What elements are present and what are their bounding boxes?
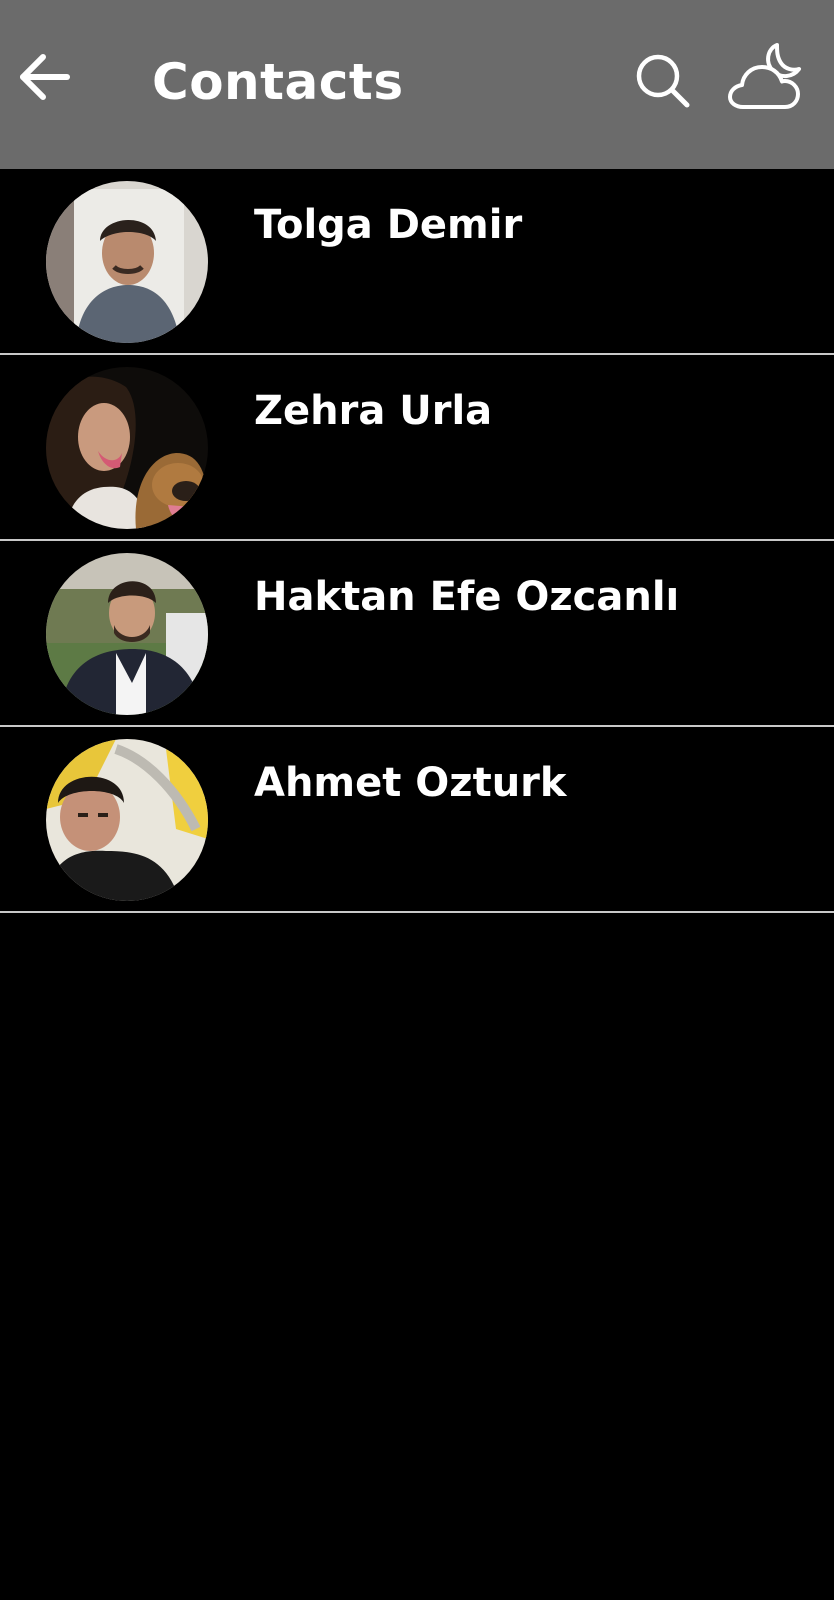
avatar: [46, 553, 208, 715]
contacts-screen: Contacts Tolga Demir Zehra Urla Haktan E…: [0, 0, 834, 1600]
contact-name: Haktan Efe Ozcanlı: [254, 574, 680, 620]
contact-item[interactable]: Ahmet Ozturk: [0, 727, 834, 913]
contact-item[interactable]: Zehra Urla: [0, 355, 834, 541]
search-button[interactable]: [630, 50, 696, 116]
contact-name: Ahmet Ozturk: [254, 760, 567, 806]
app-bar: Contacts: [0, 0, 834, 169]
contact-list: Tolga Demir Zehra Urla Haktan Efe Ozcanl…: [0, 169, 834, 913]
theme-toggle-button[interactable]: [724, 38, 806, 120]
back-button[interactable]: [14, 48, 76, 110]
search-icon: [634, 52, 692, 114]
arrow-left-icon: [19, 54, 71, 104]
avatar: [46, 181, 208, 343]
contact-name: Tolga Demir: [254, 202, 523, 248]
avatar: [46, 367, 208, 529]
avatar: [46, 739, 208, 901]
contact-name: Zehra Urla: [254, 388, 493, 434]
contact-item[interactable]: Haktan Efe Ozcanlı: [0, 541, 834, 727]
cloud-moon-icon: [727, 41, 803, 117]
page-title: Contacts: [152, 53, 404, 111]
contact-item[interactable]: Tolga Demir: [0, 169, 834, 355]
